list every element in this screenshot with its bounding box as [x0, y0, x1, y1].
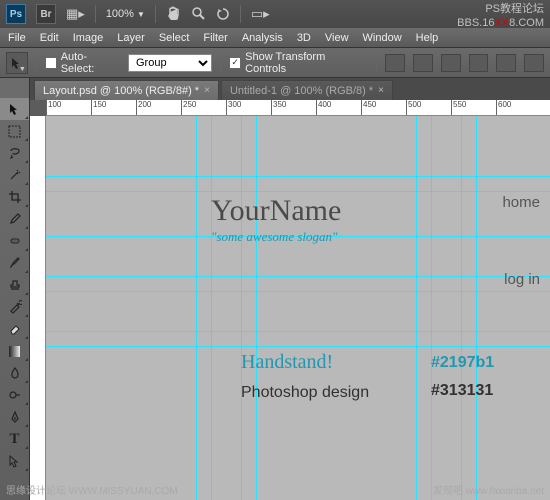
- screen-mode-icon[interactable]: ▭▸: [251, 6, 270, 22]
- canvas-logo-text: YourName: [211, 194, 341, 228]
- pen-tool[interactable]: [0, 406, 29, 428]
- watermark-bottomright: 发现吧 www.faxianba.net: [433, 482, 544, 497]
- brush-tool[interactable]: [0, 252, 29, 274]
- align-top[interactable]: [385, 54, 405, 72]
- align-bottom[interactable]: [441, 54, 461, 72]
- menu-help[interactable]: Help: [416, 32, 439, 44]
- menu-image[interactable]: Image: [73, 32, 104, 44]
- canvas-heading: Handstand!: [241, 351, 333, 374]
- align-hcenter[interactable]: [496, 54, 516, 72]
- lasso-tool[interactable]: [0, 142, 29, 164]
- move-tool[interactable]: [0, 98, 29, 120]
- menu-layer[interactable]: Layer: [117, 32, 145, 44]
- canvas-nav-login: log in: [504, 271, 540, 288]
- document-tab-active[interactable]: Layout.psd @ 100% (RGB/8#) *×: [34, 80, 219, 100]
- canvas-nav-home: home: [502, 194, 540, 211]
- options-bar: ▼ Auto-Select: Group ✓Show Transform Con…: [0, 48, 550, 78]
- type-tool[interactable]: T: [0, 428, 29, 450]
- ps-logo: Ps: [6, 4, 26, 24]
- watermark-topright: PS教程论坛 BBS.16XX8.COM: [457, 2, 544, 30]
- align-vcenter[interactable]: [413, 54, 433, 72]
- align-right[interactable]: [524, 54, 544, 72]
- hand-icon[interactable]: [166, 6, 182, 22]
- autoselect-option[interactable]: Auto-Select:: [45, 51, 120, 75]
- menu-view[interactable]: View: [325, 32, 349, 44]
- marquee-tool[interactable]: [0, 120, 29, 142]
- dodge-tool[interactable]: [0, 384, 29, 406]
- gradient-tool[interactable]: [0, 340, 29, 362]
- menu-file[interactable]: File: [8, 32, 26, 44]
- bridge-logo[interactable]: Br: [36, 4, 56, 24]
- menu-select[interactable]: Select: [159, 32, 190, 44]
- menu-3d[interactable]: 3D: [297, 32, 311, 44]
- menu-filter[interactable]: Filter: [203, 32, 227, 44]
- ruler-vertical: [30, 116, 46, 500]
- menu-bar: File Edit Image Layer Select Filter Anal…: [0, 28, 550, 48]
- stamp-tool[interactable]: [0, 274, 29, 296]
- menu-edit[interactable]: Edit: [40, 32, 59, 44]
- menu-window[interactable]: Window: [363, 32, 402, 44]
- wand-tool[interactable]: [0, 164, 29, 186]
- document-tab[interactable]: Untitled-1 @ 100% (RGB/8) *×: [221, 80, 393, 100]
- move-tool-preset[interactable]: ▼: [6, 52, 28, 74]
- eyedropper-tool[interactable]: [0, 208, 29, 230]
- menu-analysis[interactable]: Analysis: [242, 32, 283, 44]
- canvas[interactable]: YourName "some awesome slogan" home log …: [46, 116, 550, 500]
- watermark-bottomleft: 思缘设计论坛 WWW.MISSYUAN.COM: [6, 482, 178, 497]
- canvas-subtext: Photoshop design: [241, 384, 369, 402]
- blur-tool[interactable]: [0, 362, 29, 384]
- canvas-colorcode-2: #313131: [431, 382, 493, 400]
- history-brush-tool[interactable]: [0, 296, 29, 318]
- tools-panel: T: [0, 78, 30, 500]
- heal-tool[interactable]: [0, 230, 29, 252]
- show-transform-option[interactable]: ✓Show Transform Controls: [229, 51, 368, 75]
- film-icon[interactable]: ▦▸: [66, 6, 85, 22]
- close-icon[interactable]: ×: [378, 85, 384, 96]
- close-icon[interactable]: ×: [204, 85, 210, 96]
- zoom-level[interactable]: 100% ▼: [106, 8, 145, 20]
- ruler-horizontal: 100 150 200 250 300 350 400 450 500 550 …: [46, 100, 550, 116]
- canvas-slogan-text: "some awesome slogan": [211, 229, 337, 245]
- crop-tool[interactable]: [0, 186, 29, 208]
- autoselect-type[interactable]: Group: [128, 54, 212, 72]
- align-left[interactable]: [469, 54, 489, 72]
- zoom-icon[interactable]: [192, 7, 206, 21]
- eraser-tool[interactable]: [0, 318, 29, 340]
- canvas-colorcode-1: #2197b1: [431, 354, 494, 372]
- path-tool[interactable]: [0, 450, 29, 472]
- rotate-icon[interactable]: [216, 7, 230, 21]
